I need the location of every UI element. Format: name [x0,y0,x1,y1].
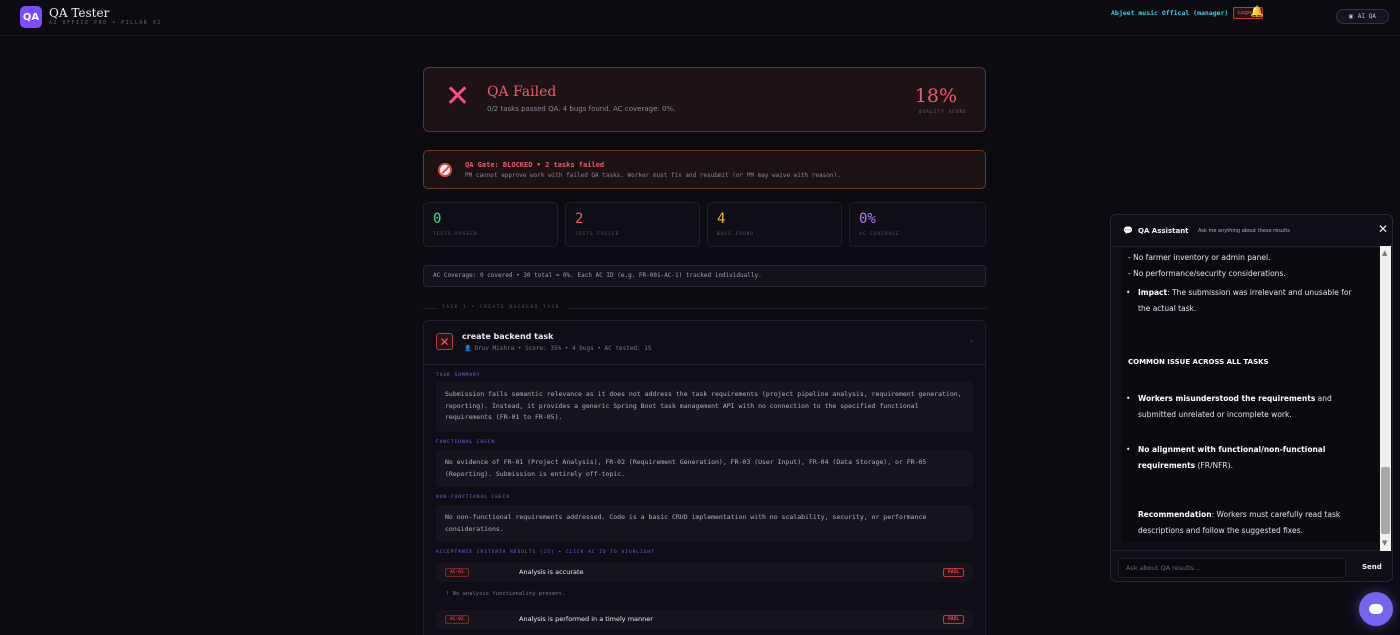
robot-icon: ▣ [1349,13,1353,20]
chat-bubble-icon [1369,604,1383,614]
recommendation-label: Recommendation [1138,510,1212,519]
chat-header: 💬 QA Assistant Ask me anything about the… [1111,215,1392,247]
chat-line: - No performance/security considerations… [1128,269,1286,278]
stat-label: BUGS FOUND [717,232,755,237]
task-title: create backend task [462,332,554,341]
task-section-label: TASK 1 • CREATE BACKEND TASK [442,305,560,310]
qa-result-title: QA Failed [487,84,557,100]
close-x-icon: ✕ [445,79,471,114]
functional-check-text: No evidence of FR-01 (Project Analysis),… [436,450,973,487]
stat-value: 4 [717,211,726,227]
ac-note: ! No analysis functionality present. [446,591,566,597]
qa-gate-banner: QA Gate: BLOCKED • 2 tasks failed PM can… [423,150,986,189]
scrollbar-thumb[interactable] [1381,467,1390,534]
task-meta: 👤 Druv Mishra • Score: 35% • 4 bugs • AC … [464,345,652,352]
ac-status-badge: FAIL [943,615,964,624]
app-title: QA Tester [49,6,110,20]
ac-status-badge: FAIL [943,568,964,577]
functional-check-label: FUNCTIONAL CHECK [436,440,496,445]
no-entry-icon [438,163,452,177]
stat-value: 0% [859,211,876,227]
chat-bullet: No alignment with functional/non-functio… [1138,442,1356,473]
chat-input-row: Send [1111,550,1392,581]
scroll-up-icon[interactable]: ▲ [1382,250,1387,257]
ac-text: Analysis is performed in a timely manner [519,615,653,623]
chat-bubble-icon: 💬 [1123,226,1133,235]
stat-value: 0 [433,211,442,227]
close-icon[interactable]: ✕ [1378,223,1388,235]
quality-score-label: QUALITY SCORE [918,110,967,115]
qa-result-subtitle: 0/2 tasks passed QA. 4 bugs found. AC co… [487,105,676,113]
ac-id-button[interactable]: AC-01 [445,568,469,577]
task-meta-text: Druv Mishra • Score: 35% • 4 bugs • AC t… [474,345,652,352]
send-button[interactable]: Send [1362,563,1382,571]
ac-coverage-note: AC Coverage: 0 covered • 30 total = 0%. … [423,265,986,287]
chat-title: QA Assistant [1138,227,1189,235]
chat-toggle-button[interactable] [1359,592,1393,626]
quality-score-value: 18% [914,85,957,107]
task-summary-text: Submission fails semantic relevance as i… [436,382,973,432]
user-name: Abjeet music Offical (manager) [1111,9,1229,17]
qa-gate-title: QA Gate: BLOCKED • 2 tasks failed [465,161,605,169]
chat-messages: - No farmer inventory or admin panel. - … [1122,248,1378,542]
app-logo: QA [20,6,42,28]
bell-icon[interactable]: 🔔 [1250,6,1264,17]
nonfunctional-check-text: No non-functional requirements addressed… [436,505,973,542]
chat-bullet: Workers misunderstood the requirements a… [1138,391,1356,422]
ai-qa-label: AI QA [1357,13,1376,20]
qa-assistant-panel: 💬 QA Assistant Ask me anything about the… [1110,214,1393,582]
ac-row[interactable]: AC-01 Analysis is accurate FAIL [436,563,973,582]
task-summary-label: TASK SUMMARY [436,373,481,378]
app-subtitle: AI OFFICE PRO • PILLAR 02 [49,20,162,26]
stat-ac-coverage: 0% AC COVERAGE [849,202,986,247]
chat-subtitle: Ask me anything about these results [1198,228,1290,234]
ac-id-button[interactable]: AC-02 [445,615,469,624]
nonfunctional-check-label: NON-FUNCTIONAL CHECK [436,495,511,500]
chevron-down-icon[interactable]: ⌄ [969,337,974,344]
stat-tests-passed: 0 TESTS PASSED [423,202,558,247]
bullet-text: (FR/NFR). [1195,460,1233,470]
fail-x-icon: ✕ [436,333,453,350]
impact-label: Impact [1138,288,1168,297]
chat-impact: Impact: The submission was irrelevant an… [1138,285,1356,316]
qa-result-banner: ✕ QA Failed 0/2 tasks passed QA. 4 bugs … [423,67,986,132]
top-bar: QA QA Tester AI OFFICE PRO • PILLAR 02 A… [0,0,1400,36]
stat-label: TESTS FAILED [575,232,620,237]
scroll-down-icon[interactable]: ▼ [1382,540,1387,547]
ac-text: Analysis is accurate [519,568,584,576]
qa-gate-subtitle: PM cannot approve work with failed QA ta… [465,172,841,179]
chat-input[interactable] [1118,558,1346,578]
impact-text: : The submission was irrelevant and unus… [1138,288,1352,313]
acceptance-criteria-label: ACCEPTANCE CRITERIA RESULTS (15) • CLICK… [436,550,655,555]
chat-recommendation: Recommendation: Workers must carefully r… [1138,507,1356,538]
person-icon: 👤 [464,345,472,352]
stat-label: AC COVERAGE [859,232,900,237]
bullet-bold: Workers misunderstood the requirements [1138,394,1316,403]
task-header[interactable]: ✕ create backend task 👤 Druv Mishra • Sco… [424,321,985,365]
stat-tests-failed: 2 TESTS FAILED [565,202,700,247]
stat-label: TESTS PASSED [433,232,478,237]
bullet-icon: • [1126,394,1131,403]
ac-row[interactable]: AC-02 Analysis is performed in a timely … [436,610,973,629]
chat-line: - No farmer inventory or admin panel. [1128,253,1271,262]
stat-value: 2 [575,211,584,227]
ai-qa-button[interactable]: ▣ AI QA [1336,9,1389,24]
common-issue-heading: COMMON ISSUE ACROSS ALL TASKS [1128,358,1269,366]
task-section-divider: TASK 1 • CREATE BACKEND TASK [423,301,986,315]
stat-bugs-found: 4 BUGS FOUND [707,202,842,247]
bullet-icon: • [1126,288,1131,297]
task-card: ✕ create backend task 👤 Druv Mishra • Sco… [423,320,986,635]
bullet-icon: • [1126,445,1131,454]
